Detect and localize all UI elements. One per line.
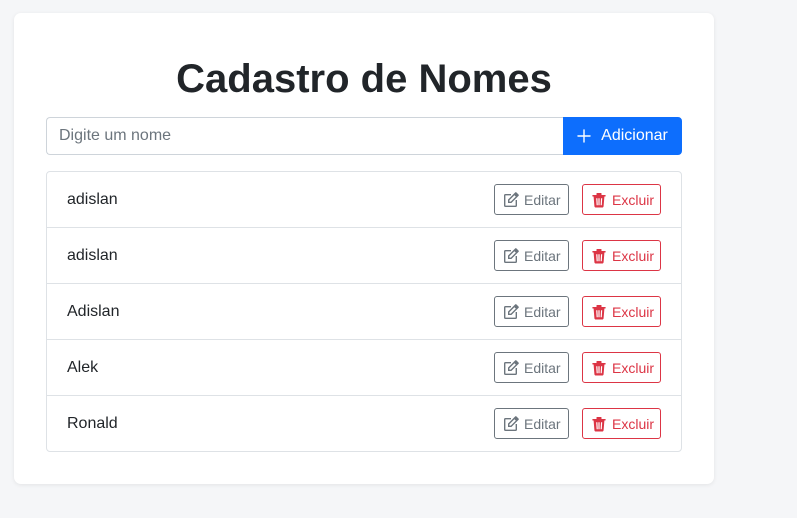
pencil-square-icon (504, 303, 519, 319)
delete-button-label: Excluir (612, 247, 655, 264)
list-item: Ronald Editar Excluir (47, 396, 681, 451)
edit-button[interactable]: Editar (494, 184, 569, 215)
edit-button-label: Editar (524, 359, 561, 376)
edit-button-label: Editar (524, 303, 561, 320)
item-name: Ronald (67, 414, 118, 432)
main-card: Cadastro de Nomes Adicionar adislan Edit… (14, 13, 714, 484)
edit-button-label: Editar (524, 191, 561, 208)
list-item: Alek Editar Excluir (47, 340, 681, 396)
list-item: Adislan Editar Excluir (47, 284, 681, 340)
edit-button-label: Editar (524, 247, 561, 264)
delete-button[interactable]: Excluir (582, 240, 661, 271)
list-item: adislan Editar Excluir (47, 172, 681, 228)
delete-button-label: Excluir (612, 303, 655, 320)
item-name: Alek (67, 358, 99, 376)
add-name-form: Adicionar (46, 117, 682, 155)
trash-icon (592, 248, 606, 263)
delete-button-label: Excluir (612, 359, 655, 376)
page-title: Cadastro de Nomes (176, 57, 552, 101)
delete-button[interactable]: Excluir (582, 296, 661, 327)
edit-button[interactable]: Editar (494, 408, 569, 439)
pencil-square-icon (504, 415, 519, 431)
plus-icon (577, 129, 591, 143)
item-name: Adislan (67, 302, 120, 320)
pencil-square-icon (504, 359, 519, 375)
delete-button-label: Excluir (612, 191, 655, 208)
item-name: adislan (67, 190, 118, 208)
trash-icon (592, 304, 606, 319)
delete-button[interactable]: Excluir (582, 408, 661, 439)
names-list: adislan Editar Excluir adislan Editar Ex… (46, 171, 682, 452)
name-input[interactable] (46, 117, 563, 155)
edit-button[interactable]: Editar (494, 296, 569, 327)
list-item: adislan Editar Excluir (47, 228, 681, 284)
delete-button[interactable]: Excluir (582, 184, 661, 215)
edit-button[interactable]: Editar (494, 240, 569, 271)
trash-icon (592, 360, 606, 375)
delete-button-label: Excluir (612, 415, 655, 432)
add-button[interactable]: Adicionar (563, 117, 682, 155)
trash-icon (592, 416, 606, 431)
edit-button[interactable]: Editar (494, 352, 569, 383)
trash-icon (592, 192, 606, 207)
edit-button-label: Editar (524, 415, 561, 432)
pencil-square-icon (504, 191, 519, 207)
pencil-square-icon (504, 247, 519, 263)
add-button-label: Adicionar (601, 127, 668, 144)
item-name: adislan (67, 246, 118, 264)
delete-button[interactable]: Excluir (582, 352, 661, 383)
